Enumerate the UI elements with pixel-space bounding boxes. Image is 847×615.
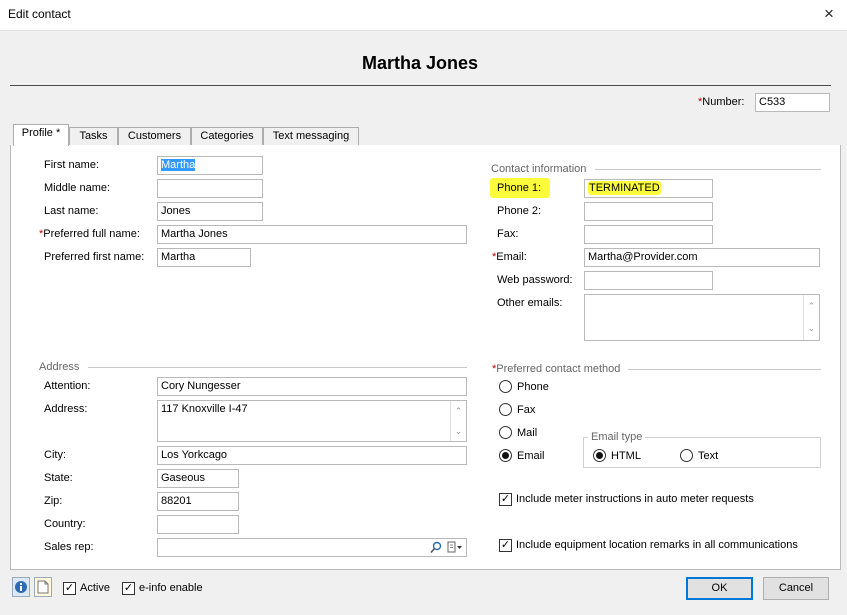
country-field[interactable] [157, 515, 239, 534]
notes-icon[interactable] [34, 577, 52, 597]
search-icon[interactable] [430, 541, 442, 554]
phone2-label: Phone 2: [497, 205, 542, 217]
preferred-full-name-field[interactable]: Martha Jones [157, 225, 467, 244]
profile-panel [10, 145, 841, 570]
tab-categories[interactable]: Categories [191, 127, 263, 146]
address-field[interactable]: 117 Knoxville I-47 ⌃ ⌄ [157, 400, 467, 442]
last-name-field[interactable]: Jones [157, 202, 263, 221]
scroll-up-icon[interactable]: ⌃ [804, 295, 819, 317]
phone2-field[interactable] [584, 202, 713, 221]
active-label[interactable]: Active [80, 582, 110, 594]
info-glyph-icon [15, 581, 27, 593]
preferred-contact-divider [628, 369, 821, 370]
attention-label: Attention: [44, 380, 91, 392]
address-value: 117 Knoxville I-47 [161, 403, 248, 415]
email-field[interactable]: Martha@Provider.com [584, 248, 820, 267]
ok-button[interactable]: OK [686, 577, 753, 600]
equipment-remarks-checkbox[interactable]: ✓ [499, 539, 512, 552]
first-name-value: Martha [161, 159, 196, 171]
radio-mail-label[interactable]: Mail [517, 427, 537, 439]
radio-email[interactable] [499, 449, 512, 462]
address-group-title: Address [39, 361, 80, 373]
scroll-down-icon[interactable]: ⌄ [804, 317, 819, 339]
contact-name-heading: Martha Jones [361, 53, 479, 73]
preferred-first-name-label: Preferred first name: [44, 251, 145, 263]
sales-rep-label: Sales rep: [44, 541, 94, 553]
tab-profile[interactable]: Profile * [13, 124, 69, 146]
number-label: *Number: [698, 96, 745, 108]
close-icon[interactable]: × [820, 4, 838, 24]
preferred-first-name-field[interactable]: Martha [157, 248, 251, 267]
radio-phone[interactable] [499, 380, 512, 393]
radio-text[interactable] [680, 449, 693, 462]
contact-information-divider [595, 169, 821, 170]
einfo-enable-label[interactable]: e-info enable [139, 582, 203, 594]
window-title: Edit contact [8, 7, 71, 21]
attention-field[interactable]: Cory Nungesser [157, 377, 467, 396]
radio-text-label[interactable]: Text [698, 450, 718, 462]
web-password-label: Web password: [497, 274, 573, 286]
address-divider [88, 367, 467, 368]
sales-rep-field[interactable] [157, 538, 467, 557]
radio-fax-label[interactable]: Fax [517, 404, 535, 416]
email-label: *Email: [492, 251, 527, 263]
radio-phone-label[interactable]: Phone [517, 381, 549, 393]
equipment-remarks-label[interactable]: Include equipment location remarks in al… [516, 539, 798, 551]
radio-email-label[interactable]: Email [517, 450, 545, 462]
scroll-up-icon[interactable]: ⌃ [451, 401, 466, 421]
notes-glyph-icon [37, 580, 49, 594]
fax-field[interactable] [584, 225, 713, 244]
lookup-dropdown-icon[interactable] [447, 541, 463, 554]
radio-fax[interactable] [499, 403, 512, 416]
preferred-contact-group-title: *Preferred contact method [492, 363, 621, 375]
scroll-down-icon[interactable]: ⌄ [451, 421, 466, 441]
tab-customers[interactable]: Customers [118, 127, 191, 146]
middle-name-field[interactable] [157, 179, 263, 198]
radio-mail[interactable] [499, 426, 512, 439]
web-password-field[interactable] [584, 271, 713, 290]
country-label: Country: [44, 518, 86, 530]
tab-text-messaging[interactable]: Text messaging [263, 127, 359, 146]
address-scrollbar[interactable]: ⌃ ⌄ [450, 401, 466, 441]
first-name-label: First name: [44, 159, 100, 171]
contact-information-group-title: Contact information [491, 163, 587, 175]
meter-instructions-checkbox[interactable]: ✓ [499, 493, 512, 506]
phone1-value: TERMINATED [588, 181, 661, 195]
radio-html[interactable] [593, 449, 606, 462]
address-label: Address: [44, 403, 88, 415]
first-name-field[interactable]: Martha [157, 156, 263, 175]
city-field[interactable]: Los Yorkcago [157, 446, 467, 465]
cancel-button[interactable]: Cancel [763, 577, 829, 600]
fax-label: Fax: [497, 228, 519, 240]
info-icon[interactable] [12, 577, 30, 597]
other-emails-label: Other emails: [497, 297, 563, 309]
state-label: State: [44, 472, 73, 484]
phone1-label: Phone 1: [497, 182, 542, 194]
radio-html-label[interactable]: HTML [611, 450, 641, 462]
number-field[interactable]: C533 [755, 93, 830, 112]
middle-name-label: Middle name: [44, 182, 111, 194]
einfo-enable-checkbox[interactable]: ✓ [122, 582, 135, 595]
city-label: City: [44, 449, 66, 461]
phone1-field[interactable]: TERMINATED [584, 179, 713, 198]
email-type-title: Email type [588, 431, 646, 443]
zip-label: Zip: [44, 495, 63, 507]
preferred-full-name-label: *Preferred full name: [39, 228, 140, 240]
header-divider [10, 85, 831, 86]
state-field[interactable]: Gaseous [157, 469, 239, 488]
other-emails-field[interactable]: ⌃ ⌄ [584, 294, 820, 341]
tab-tasks[interactable]: Tasks [69, 127, 118, 146]
other-emails-scrollbar[interactable]: ⌃ ⌄ [803, 295, 819, 340]
active-checkbox[interactable]: ✓ [63, 582, 76, 595]
meter-instructions-label[interactable]: Include meter instructions in auto meter… [516, 493, 754, 505]
zip-field[interactable]: 88201 [157, 492, 239, 511]
last-name-label: Last name: [44, 205, 99, 217]
